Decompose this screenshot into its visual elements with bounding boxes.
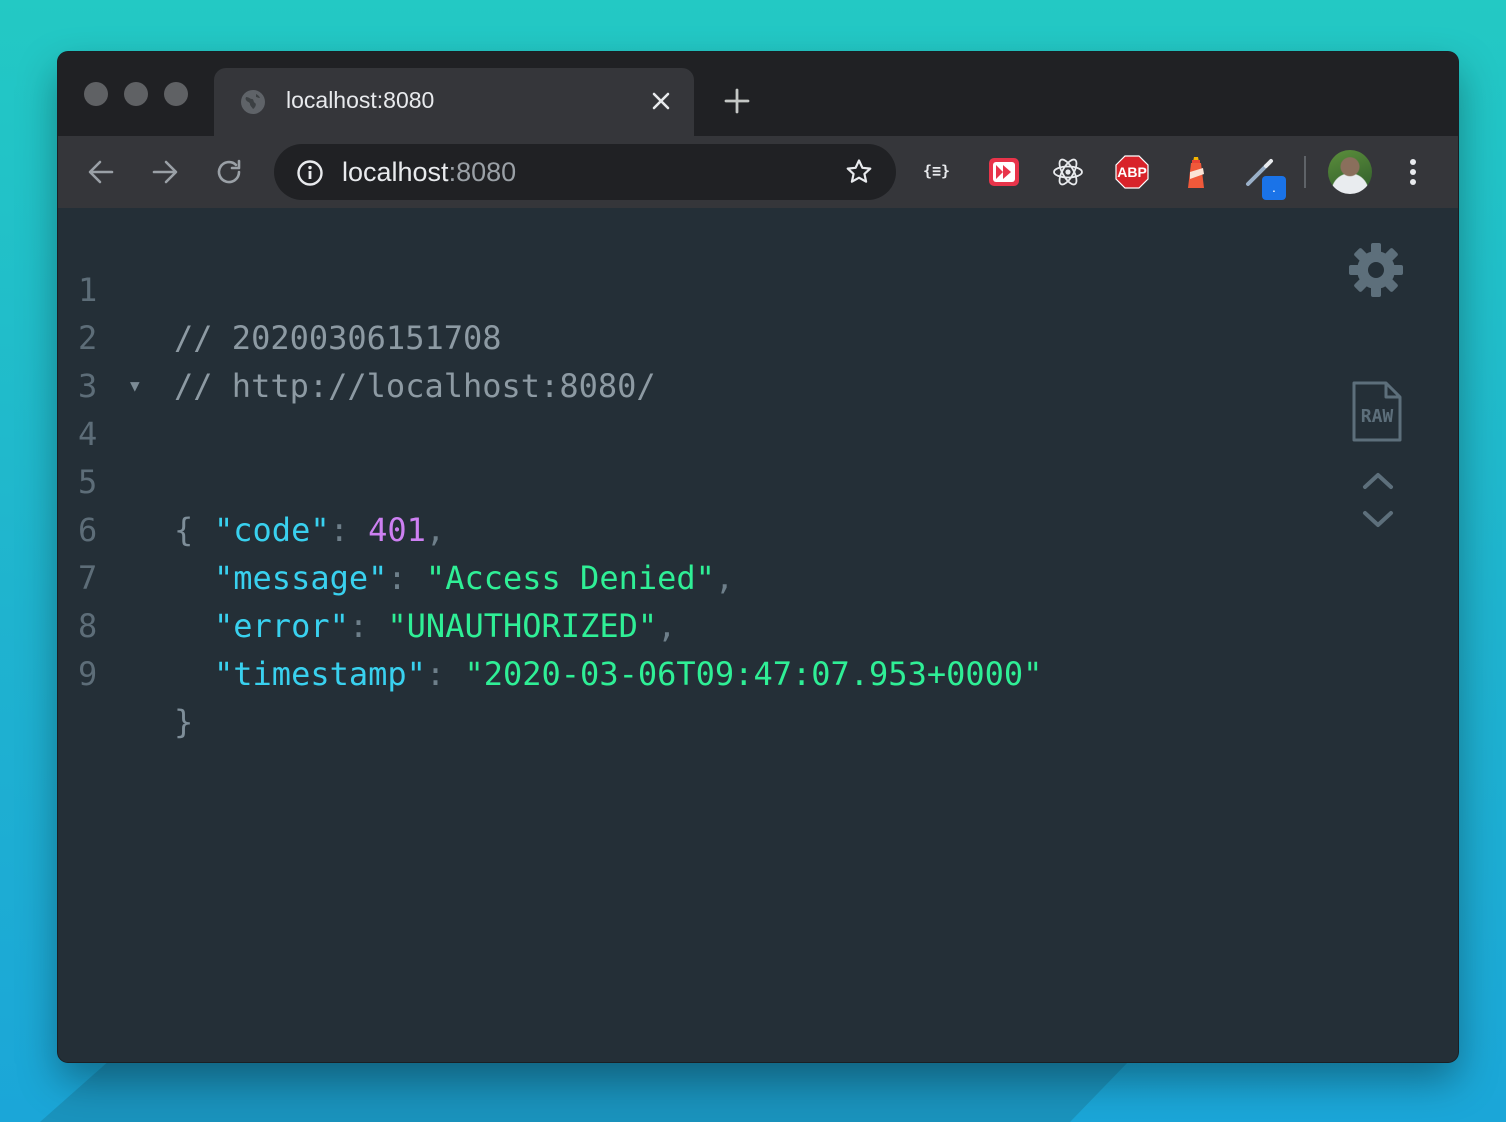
comment-timestamp: // 20200306151708 — [174, 319, 502, 357]
json-key: "timestamp" — [214, 655, 426, 693]
code-line: 4 ▼ { — [58, 362, 212, 549]
extension-badge: . — [1262, 176, 1286, 200]
json-viewer: 1 // 20200306151708 2 // http://localhos… — [58, 208, 1458, 1062]
toolbar-separator — [1304, 156, 1306, 188]
collapse-all-icon[interactable] — [1360, 470, 1396, 492]
close-window-button[interactable] — [84, 82, 108, 106]
url-text[interactable]: localhost:8080 — [342, 157, 516, 188]
url-host: localhost — [342, 157, 449, 187]
forward-icon[interactable] — [148, 155, 182, 189]
json-comma: , — [425, 511, 446, 549]
info-icon[interactable] — [296, 159, 324, 187]
settings-gear-icon[interactable] — [1348, 242, 1404, 298]
json-formatter-icon[interactable]: {≡} — [920, 154, 956, 190]
raw-label: RAW — [1360, 406, 1394, 427]
browser-toolbar: localhost:8080 {≡} ABP . — [58, 136, 1458, 208]
code-line: 8 "timestamp": "2020-03-06T09:47:07.953+… — [58, 554, 1042, 693]
color-picker-icon[interactable]: . — [1242, 154, 1286, 200]
json-entry-error: "error": "UNAUTHORIZED", — [214, 602, 676, 650]
tab-strip: localhost:8080 — [58, 52, 1458, 136]
minimize-window-button[interactable] — [124, 82, 148, 106]
json-entry-code: "code": 401, — [214, 506, 445, 554]
json-key: "code" — [214, 511, 330, 549]
react-devtools-icon[interactable] — [1050, 154, 1086, 190]
code-line: 9 } — [58, 602, 212, 741]
code-line: 5 "code": 401, — [58, 410, 445, 549]
tab-title: localhost:8080 — [286, 87, 435, 113]
json-entry-timestamp: "timestamp": "2020-03-06T09:47:07.953+00… — [214, 650, 1042, 698]
json-string-value: "2020-03-06T09:47:07.953+0000" — [464, 655, 1043, 693]
browser-window: localhost:8080 localhost:8080 {≡} ABP . … — [58, 52, 1458, 1062]
expand-all-icon[interactable] — [1360, 508, 1396, 530]
new-tab-icon[interactable] — [722, 86, 752, 116]
json-comma: , — [714, 559, 735, 597]
json-formatter-label: {≡} — [923, 162, 951, 180]
json-colon: : — [329, 511, 369, 549]
json-colon: : — [348, 607, 388, 645]
json-string-value: "Access Denied" — [425, 559, 715, 597]
globe-icon — [241, 90, 265, 114]
code-line: 1 // 20200306151708 — [58, 218, 502, 357]
window-controls — [84, 82, 188, 106]
line-number: 9 — [78, 655, 98, 693]
kebab-menu-icon[interactable] — [1400, 154, 1426, 190]
code-block: 1 // 20200306151708 2 // http://localhos… — [58, 218, 1042, 741]
back-icon[interactable] — [84, 155, 118, 189]
video-speed-icon[interactable] — [986, 154, 1022, 190]
url-port: :8080 — [448, 157, 517, 187]
adblock-label: ABP — [1117, 164, 1147, 180]
adblock-plus-icon[interactable]: ABP — [1114, 154, 1150, 190]
json-key: "message" — [214, 559, 388, 597]
json-key: "error" — [214, 607, 349, 645]
raw-view-button[interactable]: RAW — [1350, 380, 1404, 444]
json-comma: , — [657, 607, 677, 645]
reload-icon[interactable] — [212, 155, 246, 189]
close-brace: } — [174, 703, 194, 741]
bookmark-star-icon[interactable] — [844, 157, 874, 187]
code-line: 3 — [58, 314, 212, 405]
lighthouse-icon[interactable] — [1178, 154, 1214, 190]
json-string-value: "UNAUTHORIZED" — [387, 607, 658, 645]
comment-url: // http://localhost:8080/ — [174, 367, 656, 405]
profile-avatar[interactable] — [1328, 150, 1372, 194]
address-bar[interactable]: localhost:8080 — [274, 144, 896, 200]
json-number-value: 401 — [368, 511, 426, 549]
active-tab[interactable]: localhost:8080 — [214, 68, 694, 136]
desktop-background-shape — [40, 1060, 1130, 1122]
close-tab-icon[interactable] — [646, 86, 676, 116]
json-entry-message: "message": "Access Denied", — [214, 554, 734, 602]
code-line: 2 // http://localhost:8080/ — [58, 266, 656, 405]
json-colon: : — [387, 559, 426, 597]
fold-toggle-icon[interactable]: ▼ — [130, 362, 140, 410]
code-line: 7 "error": "UNAUTHORIZED", — [58, 506, 676, 645]
maximize-window-button[interactable] — [164, 82, 188, 106]
json-colon: : — [425, 655, 465, 693]
code-line: 6 "message": "Access Denied", — [58, 458, 734, 597]
